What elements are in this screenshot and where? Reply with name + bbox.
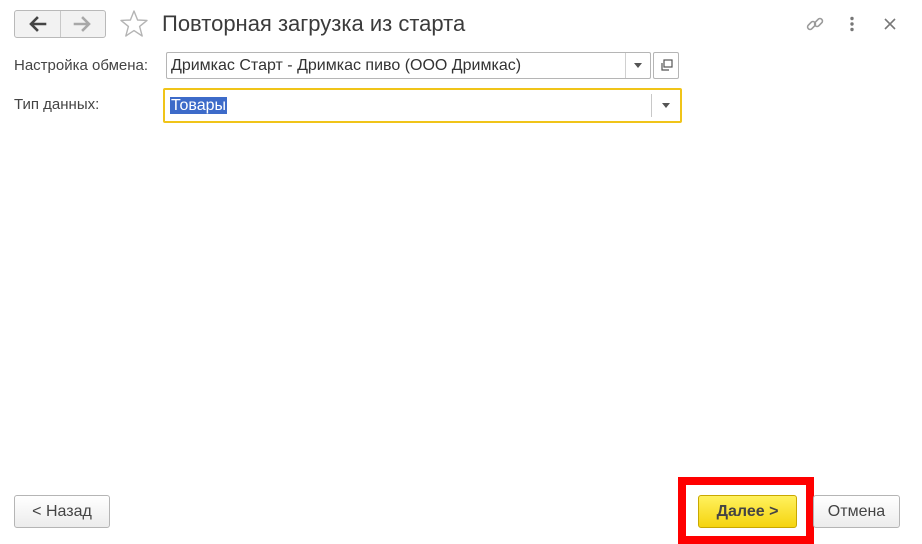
back-arrow-icon	[29, 16, 47, 32]
data-type-dropdown-button[interactable]	[651, 94, 680, 117]
data-type-label: Тип данных:	[14, 96, 100, 113]
chevron-down-icon	[634, 63, 642, 68]
close-icon[interactable]	[879, 13, 901, 35]
exchange-setting-label: Настройка обмена:	[14, 57, 149, 74]
page-title: Повторная загрузка из старта	[162, 11, 466, 36]
open-exchange-setting-button[interactable]	[653, 52, 679, 79]
cancel-button[interactable]: Отмена	[813, 495, 900, 528]
more-vertical-icon[interactable]	[841, 13, 863, 35]
back-button[interactable]: < Назад	[14, 495, 110, 528]
navigation-buttons	[14, 10, 106, 38]
open-window-icon	[660, 59, 673, 71]
exchange-setting-value: Дримкас Старт - Дримкас пиво (ООО Дримка…	[171, 56, 522, 74]
next-button[interactable]: Далее >	[698, 495, 797, 528]
chevron-down-icon	[662, 103, 670, 108]
exchange-setting-dropdown-button[interactable]	[625, 53, 650, 78]
forward-nav-button[interactable]	[59, 11, 106, 37]
data-type-value: Товары	[170, 96, 228, 114]
exchange-setting-field[interactable]: Дримкас Старт - Дримкас пиво (ООО Дримка…	[166, 52, 651, 79]
forward-arrow-icon	[73, 16, 91, 32]
data-type-field[interactable]: Товары	[163, 88, 682, 123]
link-icon[interactable]	[804, 13, 826, 35]
back-nav-button[interactable]	[15, 11, 60, 37]
star-icon[interactable]	[119, 9, 149, 39]
